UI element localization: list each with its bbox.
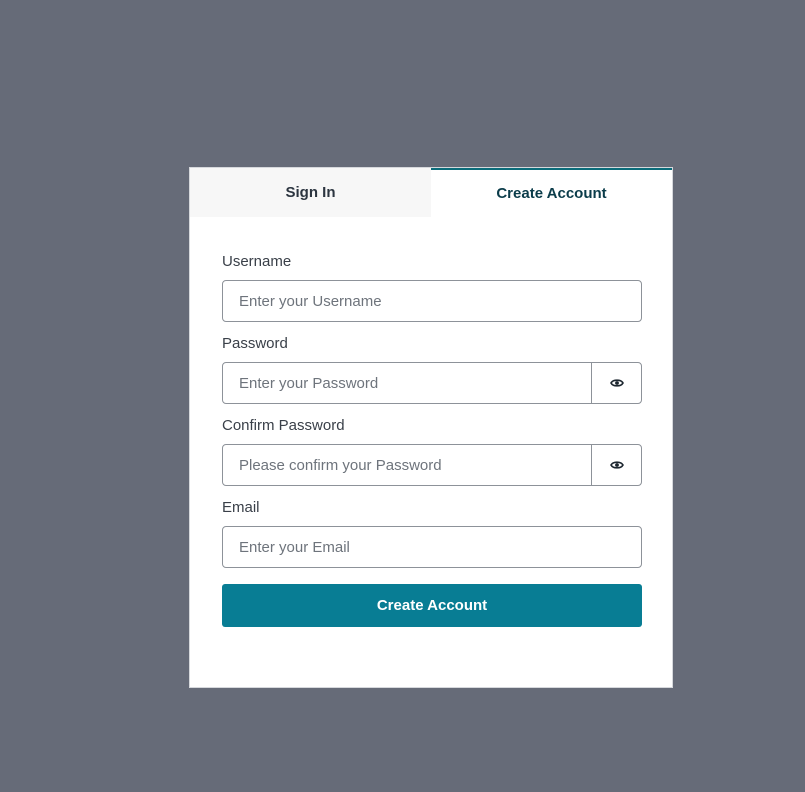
auth-tabs: Sign In Create Account: [190, 168, 672, 217]
username-field-group: Username: [222, 253, 642, 322]
create-account-button[interactable]: Create Account: [222, 584, 642, 627]
auth-card: Sign In Create Account Username Password: [189, 167, 673, 688]
create-account-form: Username Password Confirm Password: [222, 253, 642, 627]
confirm-password-input[interactable]: [222, 444, 592, 486]
tab-create-account[interactable]: Create Account: [431, 168, 672, 217]
confirm-password-visibility-toggle[interactable]: [591, 444, 642, 486]
confirm-password-label: Confirm Password: [222, 417, 345, 434]
password-field-group: Password: [222, 335, 642, 404]
eye-icon: [609, 379, 624, 387]
password-visibility-toggle[interactable]: [591, 362, 642, 404]
password-input[interactable]: [222, 362, 592, 404]
eye-icon: [609, 461, 624, 469]
tab-sign-in[interactable]: Sign In: [190, 168, 431, 217]
password-label: Password: [222, 335, 288, 352]
username-label: Username: [222, 253, 292, 270]
email-label: Email: [222, 499, 260, 516]
confirm-password-field-group: Confirm Password: [222, 417, 642, 486]
username-input[interactable]: [222, 280, 642, 322]
email-field-group: Email: [222, 499, 642, 568]
email-input[interactable]: [222, 526, 642, 568]
